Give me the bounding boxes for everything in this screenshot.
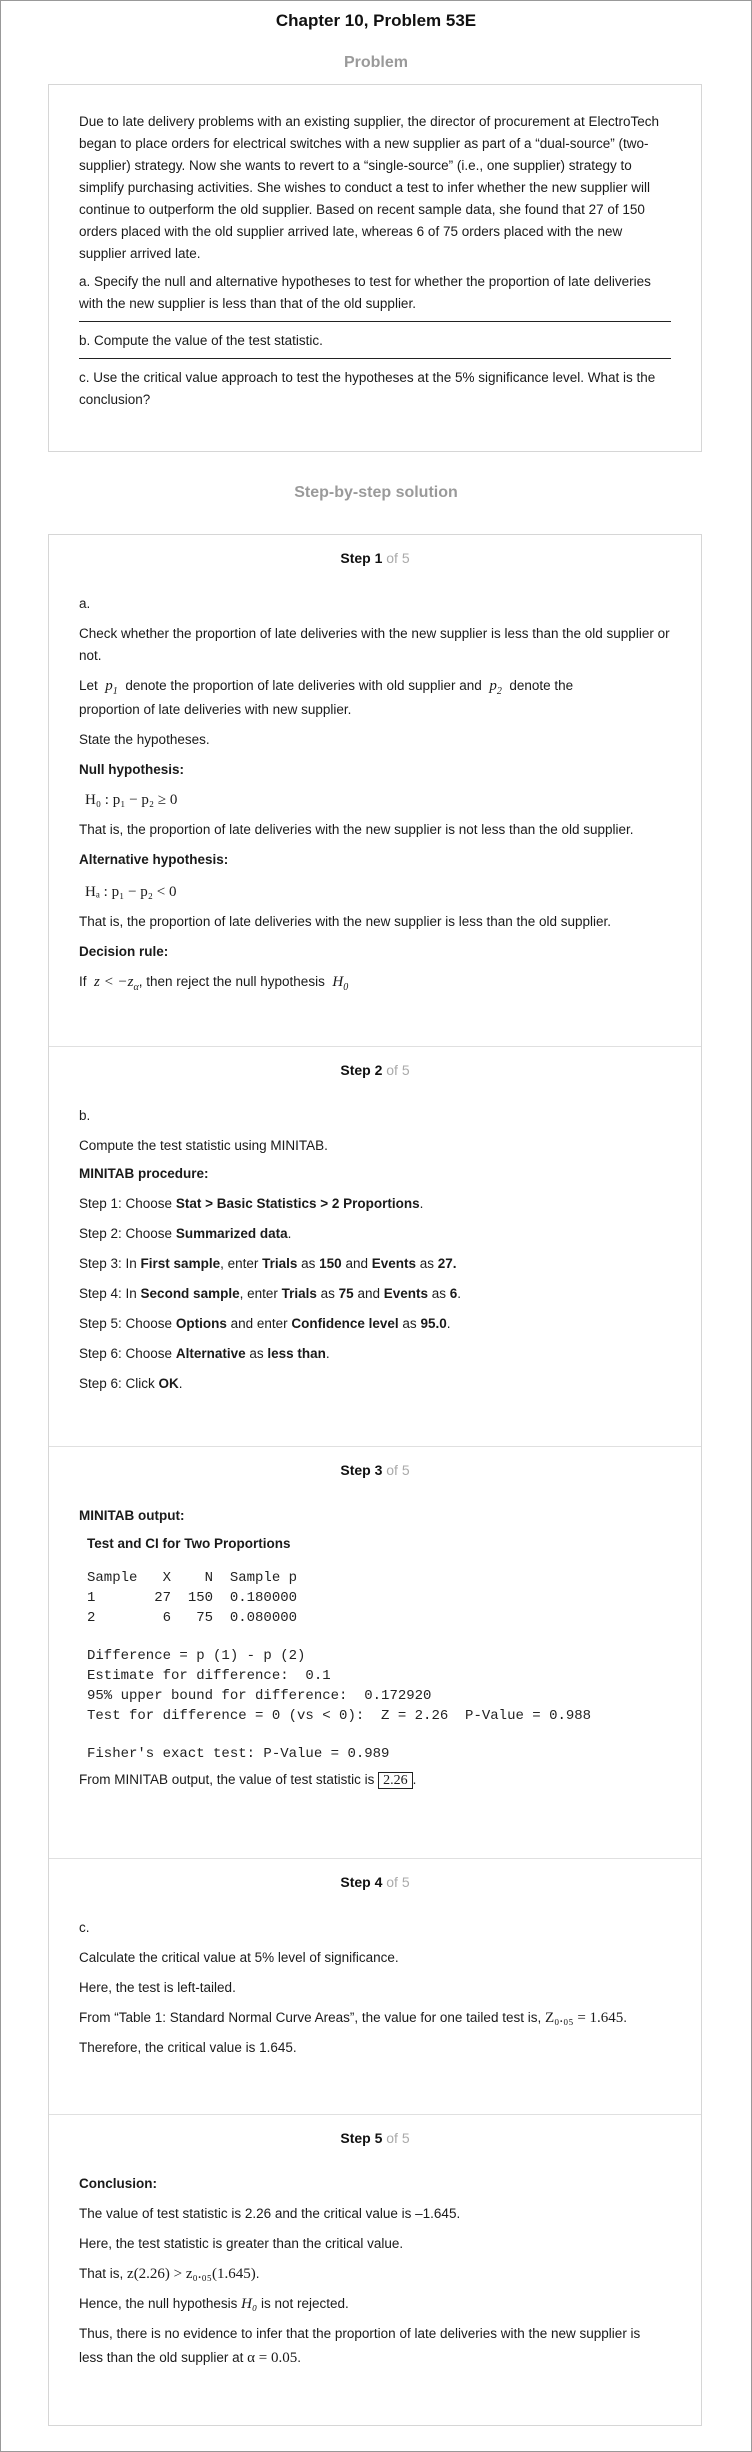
text: denote the proportion of late deliveries…	[125, 678, 482, 693]
text: denote the	[509, 678, 574, 693]
math-z005: Z₀.₀₅ = 1.645	[544, 2010, 624, 2026]
problem-part-c: c. Use the critical value approach to te…	[79, 370, 656, 407]
step-3-header: Step 3 of 5	[79, 1459, 671, 1481]
divider	[79, 358, 671, 359]
step-4: Step 4 of 5 c. Calculate the critical va…	[49, 1859, 701, 2115]
solution-heading: Step-by-step solution	[294, 484, 458, 501]
output-line: Test for difference = 0 (vs < 0): Z = 2.…	[87, 1708, 592, 1724]
part-label: b.	[79, 1108, 91, 1123]
step-label: Step 5	[340, 2130, 383, 2146]
output-line: Fisher's exact test: P-Value = 0.989	[87, 1746, 390, 1762]
procedure-step-4: Step 4: In Second sample, enter Trials a…	[79, 1286, 462, 1301]
text: From MINITAB output, the value of test s…	[79, 1772, 375, 1787]
procedure-step-5: Step 5: Choose Options and enter Confide…	[79, 1316, 451, 1331]
step-text: proportion of late deliveries with new s…	[79, 702, 352, 717]
procedure-step-2: Step 2: Choose Summarized data.	[79, 1226, 292, 1241]
text: From “Table 1: Standard Normal Curve Are…	[79, 2010, 542, 2025]
math-p2: p2	[489, 678, 502, 697]
text: If	[79, 974, 87, 989]
decision-rule-line: If z < −zα, then reject the null hypothe…	[79, 971, 677, 999]
step-count: of 5	[386, 1462, 410, 1478]
step-text: Here, the test statistic is greater than…	[79, 2236, 404, 2251]
part-label: a.	[79, 596, 91, 611]
alt-hypothesis-heading: Alternative hypothesis:	[79, 852, 229, 867]
step-text: Check whether the proportion of late del…	[79, 626, 670, 663]
null-hypothesis-equation: H₀ : p₁ − p₂ ≥ 0	[85, 792, 178, 808]
step-2: Step 2 of 5 b. Compute the test statisti…	[49, 1047, 701, 1447]
text: Let	[79, 678, 98, 693]
math-h0: H₀	[241, 2296, 258, 2312]
math-h0: H0	[332, 974, 349, 993]
problem-heading: Problem	[343, 54, 408, 71]
output-line: 2 6 75 0.080000	[87, 1610, 298, 1626]
step-text: The value of test statistic is 2.26 and …	[79, 2206, 461, 2221]
problem-card: Due to late delivery problems with an ex…	[48, 84, 702, 452]
text: is not rejected.	[260, 2296, 349, 2311]
problem-intro: Due to late delivery problems with an ex…	[79, 114, 660, 261]
procedure-step-7: Step 6: Click OK.	[79, 1376, 183, 1391]
step-text: Compute the test statistic using MINITAB…	[79, 1138, 328, 1153]
conclusion-heading: Conclusion:	[79, 2176, 157, 2191]
step-text: State the hypotheses.	[79, 732, 210, 747]
step-count: of 5	[386, 1062, 410, 1078]
step-text: That is, the proportion of late deliveri…	[79, 822, 634, 837]
step-text: That is, the proportion of late deliveri…	[79, 914, 612, 929]
output-line: Estimate for difference: 0.1	[87, 1668, 331, 1684]
text: That is,	[79, 2266, 124, 2281]
problem-part-b: b. Compute the value of the test statist…	[79, 333, 323, 348]
step-text: Here, the test is left-tailed.	[79, 1980, 236, 1995]
null-not-rejected-line: Hence, the null hypothesis H₀ is not rej…	[79, 2293, 677, 2315]
problem-part-a: a. Specify the null and alternative hypo…	[79, 274, 651, 311]
alpha-line: less than the old supplier at α = 0.05.	[79, 2350, 301, 2366]
output-line: 95% upper bound for difference: 0.172920	[87, 1688, 432, 1704]
text: less than the old supplier at	[79, 2350, 244, 2365]
divider	[79, 321, 671, 322]
step-count: of 5	[386, 2130, 410, 2146]
output-line: Sample X N Sample p	[87, 1570, 298, 1586]
procedure-step-3: Step 3: In First sample, enter Trials as…	[79, 1256, 457, 1271]
step-text: Therefore, the critical value is 1.645.	[79, 2040, 297, 2055]
text: Hence, the null hypothesis	[79, 2296, 238, 2311]
step-4-header: Step 4 of 5	[79, 1871, 671, 1893]
comparison-line: That is, z(2.26) > z₀.₀₅(1.645).	[79, 2266, 260, 2282]
step-text: Thus, there is no evidence to infer that…	[79, 2326, 641, 2341]
procedure-step-1: Step 1: Choose Stat > Basic Statistics >…	[79, 1196, 424, 1211]
step-1: Step 1 of 5 a. Check whether the proport…	[49, 535, 701, 1047]
chapter-title: Chapter 10, Problem 53E	[275, 11, 477, 30]
part-label: c.	[79, 1920, 90, 1935]
output-line: 1 27 150 0.180000	[87, 1590, 298, 1606]
step-count: of 5	[386, 550, 410, 566]
math-p1: p1	[105, 678, 118, 697]
decision-rule-heading: Decision rule:	[79, 944, 169, 959]
step-label: Step 3	[340, 1462, 383, 1478]
step-text: Calculate the critical value at 5% level…	[79, 1950, 399, 1965]
test-statistic-line: From MINITAB output, the value of test s…	[79, 1772, 417, 1789]
step-label: Step 1	[340, 550, 383, 566]
table-value-line: From “Table 1: Standard Normal Curve Are…	[79, 2010, 628, 2026]
step-3: Step 3 of 5 MINITAB output: Test and CI …	[49, 1447, 701, 1859]
test-statistic-value: 2.26	[378, 1772, 413, 1789]
procedure-heading: MINITAB procedure:	[79, 1166, 209, 1181]
step-5: Step 5 of 5 Conclusion: The value of tes…	[49, 2115, 701, 2427]
text: , then reject the null hypothesis	[138, 974, 325, 989]
step-count: of 5	[386, 1874, 410, 1890]
solution-card: Step 1 of 5 a. Check whether the proport…	[48, 534, 702, 2426]
output-line: Difference = p (1) - p (2)	[87, 1648, 306, 1664]
math-comparison: z(2.26) > z₀.₀₅(1.645)	[127, 2266, 256, 2282]
output-title: Test and CI for Two Proportions	[87, 1536, 291, 1551]
procedure-step-6: Step 6: Choose Alternative as less than.	[79, 1346, 330, 1361]
step-2-header: Step 2 of 5	[79, 1059, 671, 1081]
output-heading: MINITAB output:	[79, 1508, 185, 1523]
step-label: Step 4	[340, 1874, 383, 1890]
null-hypothesis-heading: Null hypothesis:	[79, 762, 185, 777]
step-label: Step 2	[340, 1062, 383, 1078]
step-1-header: Step 1 of 5	[79, 547, 671, 569]
alt-hypothesis-equation: Hₐ : p₁ − p₂ < 0	[85, 884, 177, 900]
step-5-header: Step 5 of 5	[79, 2127, 671, 2149]
math-alpha: α = 0.05	[247, 2350, 298, 2366]
math-rule: z < −zα	[94, 974, 139, 993]
